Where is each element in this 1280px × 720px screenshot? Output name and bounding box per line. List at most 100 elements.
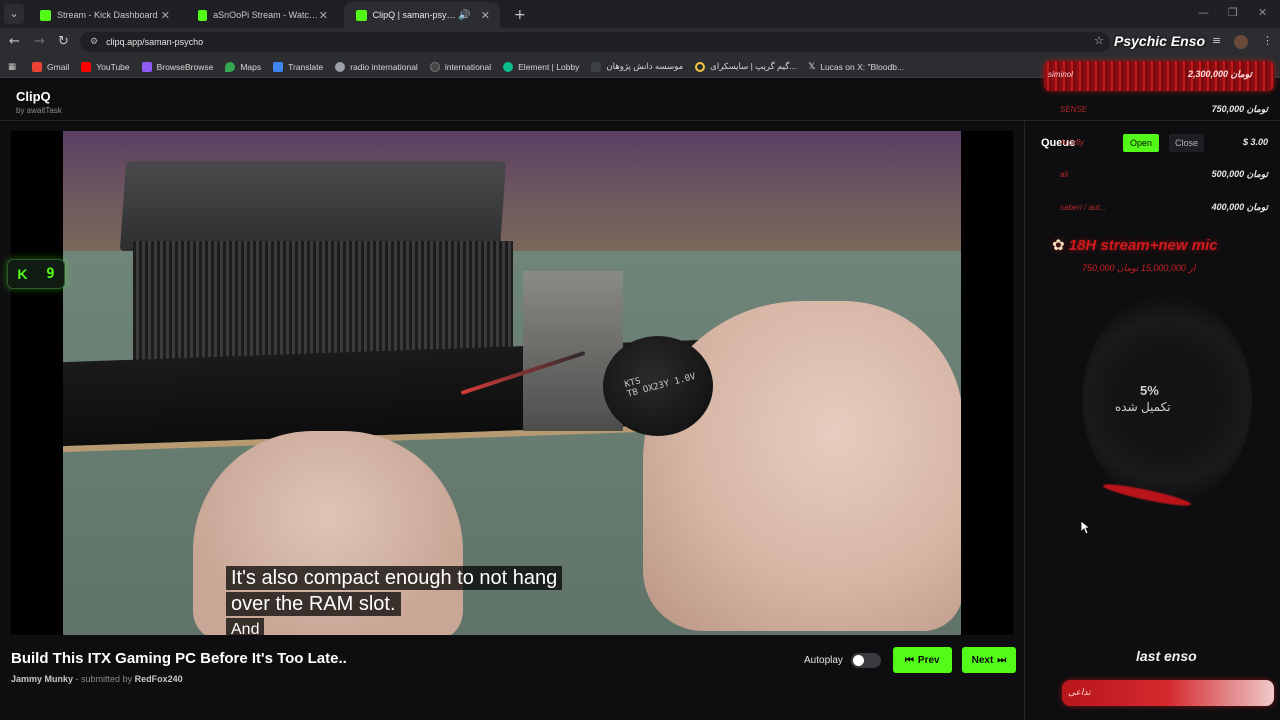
video-info: Build This ITX Gaming PC Before It's Too…: [11, 650, 347, 684]
tab-asnoopi-stream[interactable]: aSnOoPi Stream - Watch Live o ✕: [186, 2, 338, 28]
kick-favicon-icon: [198, 9, 208, 21]
menu-kebab-icon[interactable]: ⋮: [1262, 34, 1273, 47]
donor-name: saberi / aut...: [1060, 202, 1107, 212]
video-scene-cooler: [119, 161, 507, 251]
video-player[interactable]: KTS TB OX23Y 1.0V It's also compact enou…: [11, 131, 1013, 635]
bookmark-label: Translate: [288, 61, 324, 72]
skip-previous-icon: ⏮: [904, 654, 914, 666]
page-icon: [591, 61, 602, 72]
donor-name: ali: [1060, 169, 1069, 179]
plus-icon: +: [514, 7, 526, 23]
top-donor-name: siminol: [1048, 70, 1073, 79]
mouse-cursor-icon: [1081, 521, 1091, 535]
url-text: clipq.app/saman-psycho: [106, 37, 204, 47]
video-frame[interactable]: KTS TB OX23Y 1.0V It's also compact enou…: [63, 131, 961, 635]
close-tab-icon[interactable]: ✕: [161, 9, 170, 22]
globe-icon: [335, 61, 346, 72]
site-info-icon[interactable]: ⚙: [90, 37, 98, 47]
bookmark-lucas-on-x[interactable]: 𝕏 Lucas on X: "Bloodb...: [808, 62, 904, 72]
bookmark-translate[interactable]: Translate: [273, 61, 324, 72]
minimize-icon[interactable]: —: [1198, 6, 1209, 19]
audio-playing-icon[interactable]: 🔊: [458, 10, 470, 21]
overlay-streamer-name: Psychic Enso: [1114, 33, 1206, 49]
profile-avatar[interactable]: [1234, 35, 1248, 49]
donor-row: ali 500,000 تومان: [1060, 161, 1268, 187]
tab-search-icon[interactable]: ⌄: [4, 4, 24, 24]
goal-percent: 5%: [1140, 383, 1159, 398]
bookmark-radio-international[interactable]: radio international: [335, 61, 418, 72]
last-donation-name: تداعی: [1068, 687, 1091, 697]
maximize-icon[interactable]: ❐: [1228, 6, 1238, 19]
bookmark-label: radio international: [350, 61, 418, 72]
close-tab-icon[interactable]: ✕: [319, 9, 328, 22]
close-tab-icon[interactable]: ✕: [481, 9, 490, 22]
reading-list-icon[interactable]: ≡: [1212, 34, 1221, 47]
bookmark-label: international: [444, 61, 492, 72]
bookmark-label: Element | Lobby: [518, 61, 580, 72]
autoplay-toggle[interactable]: [850, 652, 881, 668]
next-button[interactable]: Next ⏭: [961, 647, 1017, 673]
bookmark-label: Gmail: [47, 61, 70, 72]
goal-title: ✿ 18H stream+new mic: [1052, 236, 1218, 254]
top-donor-amount: 2,300,000 تومان: [1188, 69, 1252, 79]
reload-icon[interactable]: ↻: [58, 34, 69, 50]
last-donation-title: last enso: [1136, 648, 1197, 664]
donor-row: Arcxfiy $ 3.00: [1060, 129, 1268, 155]
prev-button[interactable]: ⏮ Prev: [892, 647, 952, 673]
brand-logo[interactable]: ClipQ: [16, 89, 51, 104]
bookmark-game-grip[interactable]: گیم گریپ | سایسکرای...: [695, 61, 796, 72]
kick-count: 9: [46, 266, 55, 282]
prev-label: Prev: [917, 654, 940, 666]
donor-amount: 400,000 تومان: [1211, 201, 1268, 212]
browser-tab-strip: ⌄ Stream - Kick Dashboard ✕ aSnOoPi Stre…: [0, 0, 1280, 28]
kick-viewer-badge[interactable]: K 9: [7, 259, 65, 289]
video-title: Build This ITX Gaming PC Before It's Too…: [11, 650, 347, 667]
youtube-icon: [81, 61, 92, 72]
donor-name: SENSE: [1060, 104, 1088, 114]
donor-amount: 500,000 تومان: [1211, 168, 1268, 179]
tab-title: aSnOoPi Stream - Watch Live o: [213, 10, 319, 20]
browsebrowse-icon: [141, 61, 152, 72]
video-scene-heatsink: [133, 241, 513, 361]
bookmark-international[interactable]: international: [429, 61, 492, 72]
new-tab-button[interactable]: +: [502, 2, 526, 28]
donor-row: saberi / aut... 400,000 تومان: [1060, 194, 1268, 220]
subtitle-line-2: over the RAM slot.: [226, 592, 401, 616]
address-bar[interactable]: ⚙ clipq.app/saman-psycho: [80, 32, 1110, 52]
video-meta: Jammy Munky - submitted by RedFox240: [11, 674, 347, 684]
tab-kick-dashboard[interactable]: Stream - Kick Dashboard ✕: [28, 2, 180, 28]
donor-amount: $ 3.00: [1242, 137, 1268, 147]
submitter-name[interactable]: RedFox240: [135, 674, 183, 684]
back-icon[interactable]: ←: [9, 34, 20, 50]
bookmark-label: YouTube: [96, 61, 130, 72]
last-donation-bar: [1062, 680, 1274, 706]
bookmark-danesh-pajoohan[interactable]: موسسه دانش پژوهان: [591, 61, 683, 72]
bookmark-label: موسسه دانش پژوهان: [606, 61, 684, 71]
money-icon: ✿: [1052, 236, 1065, 254]
translate-icon: [273, 61, 284, 72]
x-logo-icon: 𝕏: [808, 61, 816, 72]
skip-next-icon: ⏭: [997, 654, 1007, 666]
bookmark-star-icon[interactable]: ☆: [1094, 34, 1104, 47]
channel-name[interactable]: Jammy Munky: [11, 674, 73, 684]
bookmark-youtube[interactable]: YouTube: [81, 61, 130, 72]
tab-title: ClipQ | saman-psycho: [372, 10, 459, 20]
brand-subtitle: by awaitTask: [16, 106, 62, 115]
apps-grid-icon[interactable]: ▦: [8, 62, 16, 72]
subtitle-line-3: And: [226, 618, 265, 635]
bookmark-label: Maps: [240, 61, 262, 72]
bookmark-gmail[interactable]: Gmail: [32, 61, 70, 72]
goal-title-text: 18H stream+new mic: [1068, 237, 1218, 254]
close-window-icon[interactable]: ✕: [1258, 6, 1267, 19]
tab-clipq[interactable]: ClipQ | saman-psycho 🔊 ✕: [344, 2, 500, 28]
globe-dark-icon: [429, 61, 440, 72]
kick-logo-icon: K: [17, 266, 28, 282]
bookmark-browsebrowse[interactable]: BrowseBrowse: [141, 61, 213, 72]
donor-name: Arcxfiy: [1060, 137, 1084, 147]
forward-icon[interactable]: →: [34, 34, 45, 50]
next-label: Next: [971, 654, 994, 666]
gmail-icon: [32, 61, 43, 72]
bookmark-element-lobby[interactable]: Element | Lobby: [503, 61, 580, 72]
play-favicon-icon: [356, 9, 367, 21]
bookmark-maps[interactable]: Maps: [225, 61, 262, 72]
